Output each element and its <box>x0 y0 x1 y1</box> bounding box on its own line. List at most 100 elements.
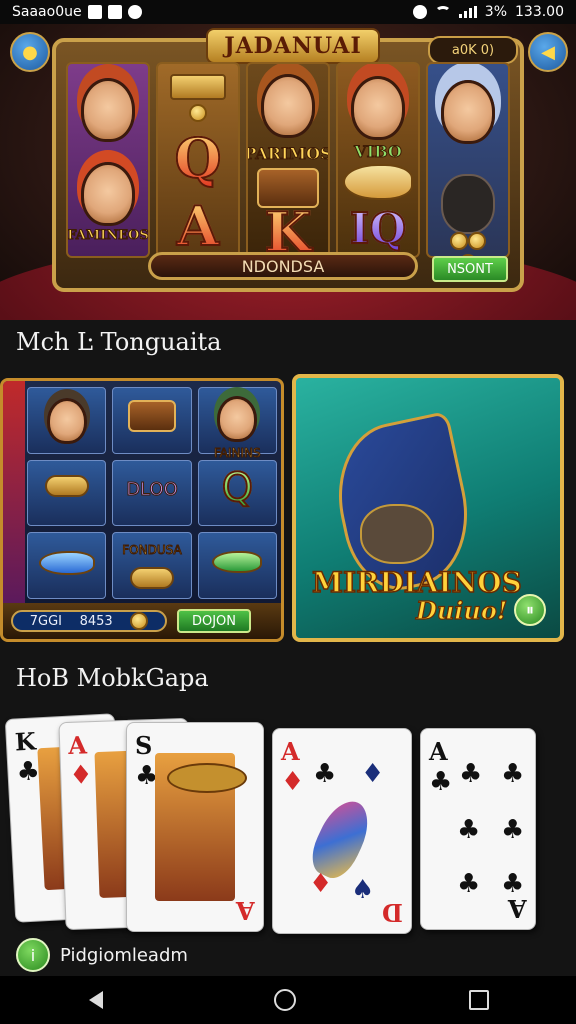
reel-symbol-witch <box>217 396 258 442</box>
playing-card[interactable]: A ♣ ♣ ♣ ♣ ♣ ♣ ♣ A <box>420 728 536 930</box>
diamond-icon: ♦ <box>361 759 385 789</box>
slot-reels: FAMINEOS Q A PARIMOS K VIBO IQ <box>66 62 510 258</box>
carrier-label: Saaao0ue <box>12 4 82 20</box>
reel-symbol-dog <box>441 174 495 234</box>
card-rank-bottom: A <box>508 894 527 923</box>
home-icon[interactable] <box>273 989 296 1011</box>
play-button[interactable]: ⏸ <box>514 594 546 626</box>
reel-3: PARIMOS K <box>246 62 330 258</box>
reel-symbol-man <box>81 162 135 226</box>
reel-symbol-fish <box>212 551 263 574</box>
card-rank: S <box>135 731 153 760</box>
status-bar: Saaao0ue 3% 133.00 <box>0 0 576 24</box>
signal-icon <box>458 6 477 18</box>
reel-symbol-k: K <box>264 199 313 256</box>
club-icon: ♣ <box>313 759 337 789</box>
menu-button[interactable]: ● <box>10 32 50 72</box>
card-suit: ♦ <box>68 760 94 791</box>
card-rank-bottom: D <box>382 898 403 927</box>
reel-symbol-10: IQ <box>349 203 407 254</box>
cell <box>112 387 192 454</box>
speaker-icon: ◀ <box>541 41 555 63</box>
info-icon[interactable]: i <box>16 938 50 972</box>
reel-symbol-man <box>261 74 315 138</box>
hero-slot-banner[interactable]: ● ◀ JADANUAI a0K 0) FAMINEOS Q A PARIMOS… <box>0 24 576 320</box>
side-strip <box>3 381 25 603</box>
reel-symbol-chest <box>127 400 176 432</box>
reel-5 <box>426 62 510 258</box>
club-icon: ♣ <box>501 759 525 789</box>
message-icon <box>107 5 122 19</box>
game-title: JADANUAI <box>206 28 380 64</box>
notification-icon <box>87 5 102 19</box>
card-suit: ♦ <box>281 767 305 797</box>
card-rank: A <box>67 730 88 760</box>
reel-2: Q A <box>156 62 240 258</box>
spade-icon: ♠ <box>351 875 375 905</box>
coin-icon: ● <box>22 41 38 63</box>
card-rank: A <box>429 737 448 766</box>
cell: Q <box>197 459 277 527</box>
card-rank: A <box>281 737 300 766</box>
card-rank: K <box>14 726 37 757</box>
footer-label: Pidgiomleadm <box>60 944 188 966</box>
reel-symbol-coins <box>448 232 488 256</box>
reel-symbol-woman <box>81 78 135 142</box>
game-tile[interactable]: MIRDIAINOS Duiuo! ⏸ <box>292 374 564 642</box>
mini-reel-grid: FAININS DLOO Q FONDUSA <box>27 387 277 599</box>
sound-button[interactable]: ◀ <box>528 32 568 72</box>
spin-button[interactable]: NSONT <box>432 256 508 282</box>
cell <box>27 387 107 454</box>
footer-row[interactable]: i Pidgiomleadm <box>16 938 188 972</box>
reel-symbol-fish <box>343 164 413 200</box>
card-rank-bottom: A <box>236 896 255 925</box>
reel-label: PARIMOS <box>246 144 330 164</box>
cell <box>197 532 277 599</box>
card-suit: ♣ <box>15 756 41 788</box>
reel-symbol-horn <box>44 474 89 497</box>
tile-footer: 7GGI 8453 DOJON <box>3 603 281 639</box>
slot-machine: JADANUAI a0K 0) FAMINEOS Q A PARIMOS K V… <box>52 28 524 292</box>
reel-1: FAMINEOS <box>66 62 150 258</box>
reel-symbol-a: A <box>176 193 220 258</box>
reel-symbol-witch <box>441 80 495 144</box>
cell: FAININS <box>197 387 277 461</box>
reel-label: DLOO <box>126 478 179 500</box>
play-button[interactable]: DOJON <box>177 609 251 633</box>
alarm-icon <box>412 5 427 19</box>
back-icon[interactable] <box>87 991 103 1009</box>
reel-label: VIBO <box>354 142 403 162</box>
bet-display: 7GGI 8453 <box>11 610 167 632</box>
playing-card[interactable]: A ♦ ♣ ♦ ♦ ♠ D <box>272 728 412 934</box>
recent-apps-icon[interactable] <box>469 990 490 1010</box>
reel-symbol-horn <box>129 567 174 590</box>
reel-symbol-fish <box>38 551 95 576</box>
game-tile[interactable]: FAININS DLOO Q FONDUSA 7GGI 8453 DOJON <box>0 378 284 642</box>
reel-label: FONDUSA <box>122 543 182 558</box>
reel-symbol-man <box>351 76 405 140</box>
club-icon: ♣ <box>501 815 525 845</box>
club-icon: ♣ <box>459 759 483 789</box>
playing-card[interactable]: S ♣ A <box>126 722 264 932</box>
clock: 133.00 <box>515 4 564 20</box>
bet-left: 7GGI <box>29 613 63 629</box>
diamond-icon: ♦ <box>309 869 333 899</box>
wifi-icon <box>434 6 451 18</box>
app-icon <box>127 5 142 19</box>
play-icon: ⏸ <box>525 600 534 619</box>
card-portrait <box>155 753 247 901</box>
cell <box>27 532 107 599</box>
game-subtitle: Duiuo! <box>415 595 508 625</box>
coin-icon <box>130 612 149 630</box>
reel-symbol-q: Q <box>173 125 222 191</box>
creature-illustration <box>360 504 434 564</box>
section-title: HoB MobkGapa <box>16 664 209 692</box>
reel-4: VIBO IQ <box>336 62 420 258</box>
bet-right: 8453 <box>79 613 113 629</box>
cell: FONDUSA <box>112 532 192 599</box>
game-title: MIRDIAINOS <box>311 565 522 600</box>
credit-display: a0K 0) <box>428 36 518 64</box>
cell <box>27 459 107 527</box>
battery-label: 3% <box>484 4 507 20</box>
cell: DLOO <box>112 459 192 527</box>
